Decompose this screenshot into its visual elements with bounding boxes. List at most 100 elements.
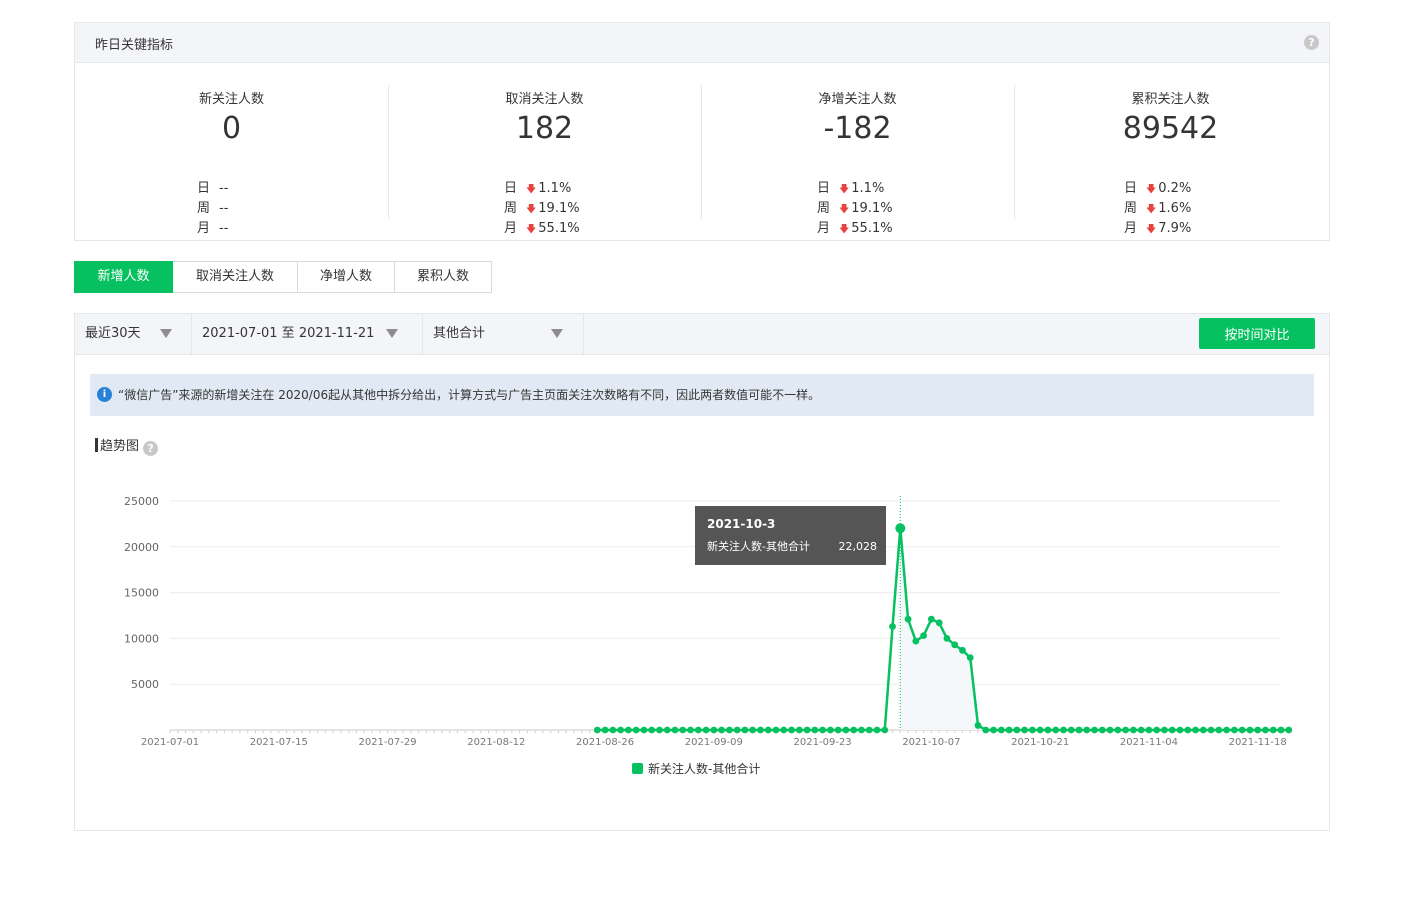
- panel-header: 昨日关键指标 ?: [75, 23, 1329, 63]
- data-point: [1013, 726, 1021, 734]
- metric-value: -182: [823, 111, 892, 146]
- data-point: [749, 726, 757, 734]
- data-point: [1230, 726, 1238, 734]
- data-point: [912, 637, 920, 645]
- x-tick-label: 2021-09-23: [794, 737, 852, 748]
- metric-label: 取消关注人数: [505, 92, 584, 107]
- metric-net-follow: 净增关注人数 -182 日 🡇 1.1% 周 🡇 19.1% 月 🡇 55.1%: [701, 85, 1014, 236]
- data-point: [1285, 726, 1293, 734]
- metric-row-day: 日 🡇 1.1%: [817, 181, 885, 196]
- legend-label: 新关注人数-其他合计: [648, 761, 760, 776]
- data-point: [648, 726, 656, 734]
- title-bar: [95, 438, 98, 452]
- hover-area: [899, 496, 1289, 730]
- trend-chart[interactable]: 250002000015000100005000 2021-07-01 2021-…: [75, 464, 1329, 914]
- range-select[interactable]: 最近30天: [75, 314, 192, 354]
- tooltip-date: 2021-10-3: [707, 517, 775, 531]
- question-icon[interactable]: ?: [143, 441, 159, 456]
- data-point: [1145, 726, 1153, 734]
- arrow-down-icon: 🡇: [839, 224, 850, 235]
- notice-text: “微信广告”来源的新增关注在 2020/06起从其他中拆分给出，计算方式与广告主…: [118, 388, 821, 402]
- trend-title: 趋势图?: [95, 435, 159, 456]
- metric-new-follow: 新关注人数 0 日 -- 周 -- 月 --: [75, 85, 388, 236]
- arrow-down-icon: 🡇: [526, 204, 537, 215]
- data-point: [617, 726, 625, 734]
- metric-row-week: 周 🡇 19.1%: [817, 201, 893, 216]
- data-point: [1215, 726, 1223, 734]
- data-point: [710, 726, 718, 734]
- source-select-value: 其他合计: [433, 326, 486, 341]
- tab-new-follow[interactable]: 新增人数: [74, 261, 173, 293]
- data-point: [764, 726, 772, 734]
- date-range-value: 2021-07-01 至 2021-11-21: [202, 326, 375, 341]
- hover-fill: [900, 528, 1289, 730]
- data-point: [1021, 726, 1029, 734]
- data-point: [1176, 726, 1184, 734]
- metric-row-week: 周 --: [197, 201, 229, 216]
- data-point: [671, 726, 679, 734]
- data-point: [951, 641, 959, 649]
- arrow-down-icon: 🡇: [526, 184, 537, 195]
- data-point: [959, 646, 966, 654]
- tooltip-value: 22,028: [839, 540, 878, 553]
- data-point: [624, 726, 632, 734]
- triangle-down-icon: [386, 329, 398, 338]
- data-point: [1168, 726, 1176, 734]
- data-point: [811, 726, 819, 734]
- data-point: [694, 726, 702, 734]
- metric-row-month: 月 🡇 55.1%: [504, 221, 580, 236]
- data-point: [725, 726, 733, 734]
- chart-legend[interactable]: 新关注人数-其他合计: [632, 761, 760, 776]
- data-point: [640, 726, 648, 734]
- x-tick-label: 2021-07-29: [358, 737, 416, 748]
- arrow-down-icon: 🡇: [1146, 184, 1157, 195]
- info-notice: i “微信广告”来源的新增关注在 2020/06起从其他中拆分给出，计算方式与广…: [90, 374, 1314, 416]
- data-point: [873, 726, 881, 734]
- data-point: [788, 726, 795, 734]
- compare-by-time-button[interactable]: 按时间对比: [1199, 318, 1315, 349]
- legend-swatch: [632, 763, 643, 774]
- data-point: [609, 726, 617, 734]
- data-point: [1199, 726, 1207, 734]
- tab-unfollow[interactable]: 取消关注人数: [173, 261, 298, 293]
- tab-total-follow[interactable]: 累积人数: [395, 261, 492, 293]
- data-point: [1129, 726, 1137, 734]
- metric-row-month: 月 --: [197, 221, 229, 236]
- data-point: [780, 726, 788, 734]
- source-select[interactable]: 其他合计: [423, 314, 584, 354]
- question-icon[interactable]: ?: [1304, 35, 1319, 50]
- data-point: [733, 726, 741, 734]
- data-point: [1106, 726, 1114, 734]
- data-point: [1075, 726, 1083, 734]
- data-point: [1207, 726, 1215, 734]
- data-point: [1044, 726, 1052, 734]
- trend-section: 最近30天 2021-07-01 至 2021-11-21 其他合计 按时间对比…: [74, 313, 1330, 831]
- metric-row-day: 日 --: [197, 181, 229, 196]
- x-axis-ticks: 2021-07-01 2021-07-15 2021-07-29 2021-08-12…: [141, 737, 1287, 748]
- y-tick-label: 10000: [124, 632, 159, 645]
- x-tick-label: 2021-08-26: [576, 737, 634, 748]
- x-tick-label: 2021-08-12: [467, 737, 525, 748]
- data-point: [1067, 726, 1075, 734]
- arrow-down-icon: 🡇: [526, 224, 537, 235]
- tooltip-series-name: 新关注人数-其他合计: [707, 539, 810, 553]
- data-point: [895, 523, 906, 534]
- arrow-down-icon: 🡇: [839, 204, 850, 215]
- data-point: [1091, 726, 1098, 734]
- data-point: [842, 726, 850, 734]
- tab-net-follow[interactable]: 净增人数: [298, 261, 395, 293]
- data-point: [1254, 726, 1262, 734]
- data-point: [1028, 726, 1036, 734]
- data-point: [889, 623, 896, 630]
- data-point: [1223, 726, 1231, 734]
- data-point: [1238, 726, 1246, 734]
- panel-title: 昨日关键指标: [95, 38, 174, 53]
- metric-row-month: 月 🡇 55.1%: [817, 221, 893, 236]
- data-point: [687, 726, 694, 734]
- y-tick-label: 25000: [124, 495, 159, 508]
- date-range-picker[interactable]: 2021-07-01 至 2021-11-21: [192, 314, 423, 354]
- tooltip-background: [695, 506, 886, 565]
- x-tick-label: 2021-07-15: [250, 737, 308, 748]
- trend-title-text: 趋势图: [100, 439, 140, 454]
- data-point: [966, 654, 974, 662]
